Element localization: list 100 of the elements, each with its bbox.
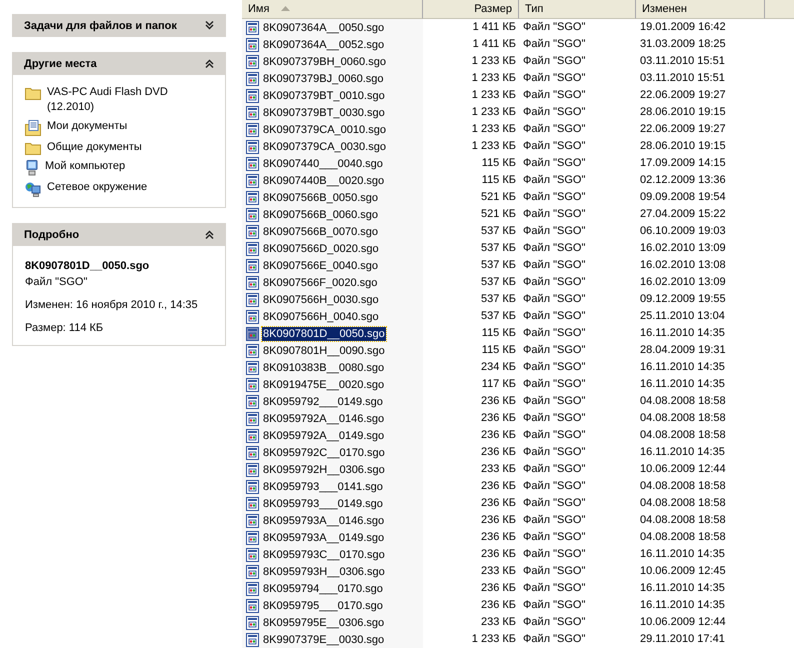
file-size: 117 КБ [480, 377, 517, 392]
panel-header[interactable]: Подробно [12, 223, 226, 246]
file-size: 537 КБ [480, 241, 517, 256]
file-size: 521 КБ [480, 190, 517, 205]
place-link[interactable]: Общие документы [47, 140, 142, 155]
modified-date: 16.02.2010 13:09 [639, 241, 727, 256]
modified-date: 10.06.2009 12:45 [639, 564, 727, 579]
file-size: 233 КБ [480, 462, 517, 477]
file-type: Файл "SGO" [522, 479, 586, 494]
column-header[interactable]: Тип [519, 0, 636, 19]
network-icon [25, 181, 41, 197]
file-size: 233 КБ [480, 564, 517, 579]
file-size: 1 233 КБ [470, 139, 517, 154]
file-size: 1 233 КБ [470, 105, 517, 120]
file-type: Файл "SGO" [522, 275, 586, 290]
file-size: 1 233 КБ [470, 54, 517, 69]
modified-date: 10.06.2009 12:44 [639, 615, 727, 630]
file-size: 233 КБ [480, 615, 517, 630]
place-link[interactable]: VAS-PC Audi Flash DVD (12.2010) [47, 85, 215, 115]
panel-header[interactable]: Другие места [12, 52, 226, 75]
file-type: Файл "SGO" [522, 377, 586, 392]
file-type: Файл "SGO" [522, 258, 586, 273]
modified-date: 04.08.2008 18:58 [639, 496, 727, 511]
file-size: 1 411 КБ [472, 20, 517, 35]
modified-date: 04.08.2008 18:58 [639, 530, 727, 545]
file-name[interactable]: 8K0907801D__0050.sgo [262, 326, 386, 340]
modified-date: 16.11.2010 14:35 [639, 445, 726, 460]
modified-date: 04.08.2008 18:58 [639, 394, 727, 409]
file-size: 236 КБ [480, 547, 517, 562]
file-type: Файл "SGO" [522, 122, 586, 137]
collapse-icon[interactable] [205, 230, 214, 239]
file-size: 236 КБ [480, 445, 517, 460]
panel-header[interactable]: Задачи для файлов и папок [12, 14, 226, 37]
file-size: 537 КБ [480, 292, 517, 307]
file-type: Файл "SGO" [522, 190, 586, 205]
file-size: 236 КБ [480, 479, 517, 494]
file-type: Файл "SGO" [522, 513, 586, 528]
file-type: Файл "SGO" [522, 462, 586, 477]
file-size: 115 КБ [480, 326, 517, 341]
file-type: Файл "SGO" [522, 207, 586, 222]
file-size: 537 КБ [480, 258, 517, 273]
file-size: 115 КБ [480, 343, 517, 358]
file-size: 1 411 КБ [472, 37, 517, 52]
details-file-name: 8K0907801D__0050.sgo [25, 260, 150, 272]
file-size: 521 КБ [480, 207, 517, 222]
file-icon [246, 326, 259, 340]
modified-date: 04.08.2008 18:58 [639, 513, 727, 528]
modified-date: 09.09.2008 19:54 [639, 190, 727, 205]
file-type: Файл "SGO" [522, 88, 586, 103]
file-type: Файл "SGO" [522, 105, 586, 120]
file-type: Файл "SGO" [522, 139, 586, 154]
file-size: 236 КБ [480, 496, 517, 511]
modified-date: 28.06.2010 19:15 [639, 105, 727, 120]
file-size: 234 КБ [480, 360, 517, 375]
file-type: Файл "SGO" [522, 547, 586, 562]
column-header[interactable]: Изменен [636, 0, 765, 19]
file-type: Файл "SGO" [522, 71, 586, 86]
file-type: Файл "SGO" [522, 309, 586, 324]
modified-date: 27.04.2009 15:22 [639, 207, 727, 222]
place-link[interactable]: Сетевое окружение [47, 180, 148, 195]
file-size: 236 КБ [480, 513, 517, 528]
file-type: Файл "SGO" [522, 292, 586, 307]
modified-date: 19.01.2009 16:42 [639, 20, 727, 35]
file-size: 236 КБ [480, 411, 517, 426]
modified-date: 16.02.2010 13:09 [639, 275, 727, 290]
modified-date: 29.11.2010 17:41 [639, 632, 726, 647]
column-header[interactable]: Имя [242, 0, 423, 19]
modified-date: 02.12.2009 13:36 [639, 173, 727, 188]
file-type: Файл "SGO" [522, 394, 586, 409]
modified-date: 06.10.2009 19:03 [639, 224, 727, 239]
details-size: Размер: 114 КБ [25, 322, 104, 335]
file-type: Файл "SGO" [522, 598, 586, 613]
column-header[interactable]: Размер [423, 0, 519, 19]
collapse-icon[interactable] [205, 59, 214, 68]
modified-date: 16.11.2010 14:35 [639, 360, 726, 375]
folder-icon [25, 86, 41, 100]
file-type: Файл "SGO" [522, 241, 586, 256]
modified-date: 16.11.2010 14:35 [639, 377, 726, 392]
modified-date: 03.11.2010 15:51 [639, 71, 726, 86]
modified-date: 25.11.2010 13:04 [639, 309, 726, 324]
file-type: Файл "SGO" [522, 530, 586, 545]
file-type: Файл "SGO" [522, 20, 586, 35]
file-type: Файл "SGO" [522, 564, 586, 579]
file-size: 537 КБ [480, 224, 517, 239]
expand-icon[interactable] [205, 21, 214, 30]
modified-date: 16.11.2010 14:35 [639, 581, 726, 596]
modified-date: 28.06.2010 19:15 [639, 139, 727, 154]
folder-icon [25, 141, 41, 155]
place-link[interactable]: Мои документы [47, 119, 128, 134]
details-file-type: Файл "SGO" [25, 276, 88, 289]
modified-date: 09.12.2009 19:55 [639, 292, 727, 307]
file-size: 236 КБ [480, 530, 517, 545]
file-size: 1 233 КБ [470, 632, 517, 647]
details-modified: Изменен: 16 ноября 2010 г., 14:35 [25, 299, 199, 312]
modified-date: 04.08.2008 18:58 [639, 411, 727, 426]
place-link[interactable]: Мой компьютер [45, 159, 126, 174]
modified-date: 31.03.2009 18:25 [639, 37, 727, 52]
modified-date: 28.04.2009 19:31 [639, 343, 727, 358]
modified-date: 16.11.2010 14:35 [639, 547, 726, 562]
modified-date: 03.11.2010 15:51 [639, 54, 726, 69]
